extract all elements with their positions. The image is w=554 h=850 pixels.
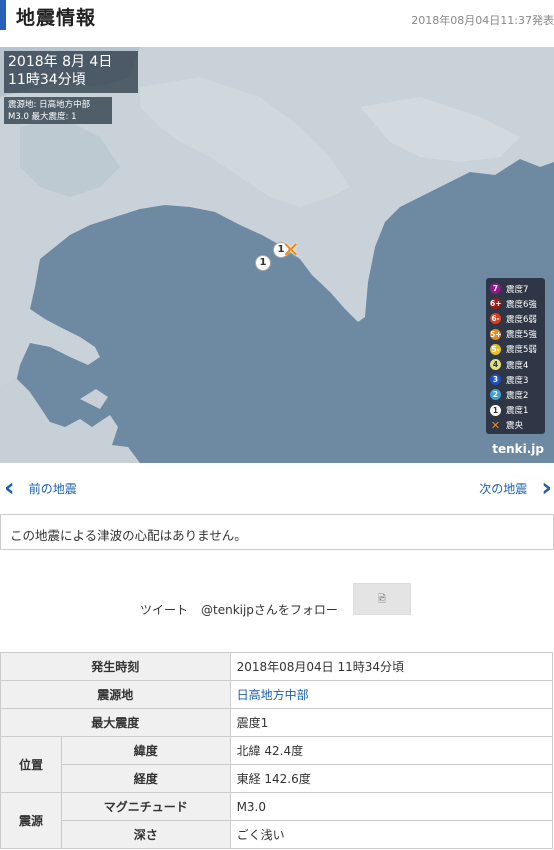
legend-label: 震央 xyxy=(506,421,524,432)
intensity-1-marker: 1 xyxy=(255,255,271,271)
table-row: 位置 緯度 北緯 42.4度 xyxy=(0,736,554,793)
prev-earthquake-label: 前の地震 xyxy=(28,481,77,496)
page-header: 地震情報 2018年08月04日11:37発表 xyxy=(0,0,554,47)
prev-earthquake-link[interactable]: ‹ 前の地震 xyxy=(4,475,77,501)
magnitude-header: マグニチュード xyxy=(60,792,231,821)
tenki-logo: tenki.jp xyxy=(492,442,544,456)
legend-label: 震度6強 xyxy=(506,299,537,310)
legend-label: 震度5弱 xyxy=(506,345,537,356)
legend-item: 2 震度2 xyxy=(490,387,541,402)
legend-item: ✕ 震央 xyxy=(490,418,541,433)
epicenter-link[interactable]: 日高地方中部 xyxy=(237,688,309,702)
event-summary-box: 震源地: 日高地方中部 M3.0 最大震度: 1 xyxy=(4,97,112,124)
earthquake-details-table: 発生時刻 2018年08月04日 11時34分頃 震源地 日高地方中部 最大震度… xyxy=(0,652,554,849)
occurred-value: 2018年08月04日 11時34分頃 xyxy=(229,652,554,681)
earthquake-map[interactable]: 2018年 8月 4日 11時34分頃 震源地: 日高地方中部 M3.0 最大震… xyxy=(0,47,554,463)
epicenter-legend-icon: ✕ xyxy=(490,418,501,432)
table-row: 震源地 日高地方中部 xyxy=(0,680,554,709)
epicenter-icon: ✕ xyxy=(282,238,300,262)
table-row: 経度 東経 142.6度 xyxy=(1,764,554,793)
table-row: 深さ ごく浅い xyxy=(1,820,554,849)
legend-item: 1 震度1 xyxy=(490,403,541,418)
intensity-7-icon: 7 xyxy=(490,283,501,295)
longitude-value: 東経 142.6度 xyxy=(229,764,554,793)
social-buttons: ツイート @tenkijpさんをフォロー 🖻 xyxy=(0,583,554,623)
tweet-button[interactable]: ツイート xyxy=(140,601,188,618)
table-row: 最大震度 震度1 xyxy=(0,708,554,737)
header-accent-bar xyxy=(0,0,6,30)
next-earthquake-link[interactable]: 次の地震 › xyxy=(479,475,552,501)
depth-value: ごく浅い xyxy=(229,820,554,849)
event-datetime-box: 2018年 8月 4日 11時34分頃 xyxy=(4,51,138,93)
intensity-1-icon: 1 xyxy=(490,404,501,416)
legend-item: 4 震度4 xyxy=(490,357,541,372)
legend-item: 6- 震度6弱 xyxy=(490,311,541,326)
position-header: 位置 xyxy=(0,736,62,793)
legend-item: 3 震度3 xyxy=(490,372,541,387)
intensity-3-icon: 3 xyxy=(490,374,501,386)
magnitude-value: M3.0 xyxy=(229,792,554,821)
table-row: 発生時刻 2018年08月04日 11時34分頃 xyxy=(0,652,554,681)
latitude-header: 緯度 xyxy=(60,736,231,765)
earthquake-nav: ‹ 前の地震 次の地震 › xyxy=(0,472,554,504)
legend-label: 震度6弱 xyxy=(506,314,537,325)
intensity-4-icon: 4 xyxy=(490,359,501,371)
legend-label: 震度4 xyxy=(506,360,529,371)
table-row: 震源 マグニチュード M3.0 xyxy=(0,792,554,849)
legend-item: 7 震度7 xyxy=(490,281,541,296)
occurred-header: 発生時刻 xyxy=(0,652,231,681)
max-intensity-header: 最大震度 xyxy=(0,708,231,737)
intensity-6-upper-icon: 6+ xyxy=(490,298,502,310)
chevron-right-icon: › xyxy=(541,473,552,503)
publish-timestamp: 2018年08月04日11:37発表 xyxy=(411,14,554,27)
chevron-left-icon: ‹ xyxy=(4,473,15,503)
epicenter-summary: 震源地: 日高地方中部 xyxy=(8,100,91,110)
max-intensity-value: 震度1 xyxy=(229,708,554,737)
legend-label: 震度5強 xyxy=(506,330,537,341)
epicenter-cell: 日高地方中部 xyxy=(229,680,554,709)
event-time: 11時34分頃 xyxy=(8,72,86,88)
event-date: 2018年 8月 4日 xyxy=(8,54,113,70)
latitude-value: 北緯 42.4度 xyxy=(229,736,554,765)
legend-label: 震度1 xyxy=(506,406,529,417)
intensity-2-icon: 2 xyxy=(490,389,501,401)
next-earthquake-label: 次の地震 xyxy=(479,481,528,496)
page-title: 地震情報 xyxy=(16,7,97,29)
legend-item: 5+ 震度5強 xyxy=(490,327,541,342)
longitude-header: 経度 xyxy=(60,764,231,793)
epicenter-header: 震源地 xyxy=(0,680,231,709)
magnitude-summary: M3.0 最大震度: 1 xyxy=(8,112,77,122)
tsunami-notice: この地震による津波の心配はありません。 xyxy=(0,514,554,550)
intensity-5-upper-icon: 5+ xyxy=(490,328,502,340)
legend-label: 震度3 xyxy=(506,375,529,386)
legend-label: 震度7 xyxy=(506,284,529,295)
intensity-legend: 7 震度7 6+ 震度6強 6- 震度6弱 5+ 震度5強 5- 震度5弱 4 震度4 3震… xyxy=(486,278,545,434)
broken-image-icon: 🖻 xyxy=(353,583,411,615)
intensity-6-lower-icon: 6- xyxy=(490,313,501,325)
legend-item: 5- 震度5弱 xyxy=(490,342,541,357)
source-header: 震源 xyxy=(0,792,62,849)
depth-header: 深さ xyxy=(60,820,231,849)
legend-label: 震度2 xyxy=(506,390,529,401)
follow-button[interactable]: @tenkijpさんをフォロー xyxy=(201,601,338,618)
legend-item: 6+ 震度6強 xyxy=(490,296,541,311)
intensity-5-lower-icon: 5- xyxy=(490,343,501,355)
